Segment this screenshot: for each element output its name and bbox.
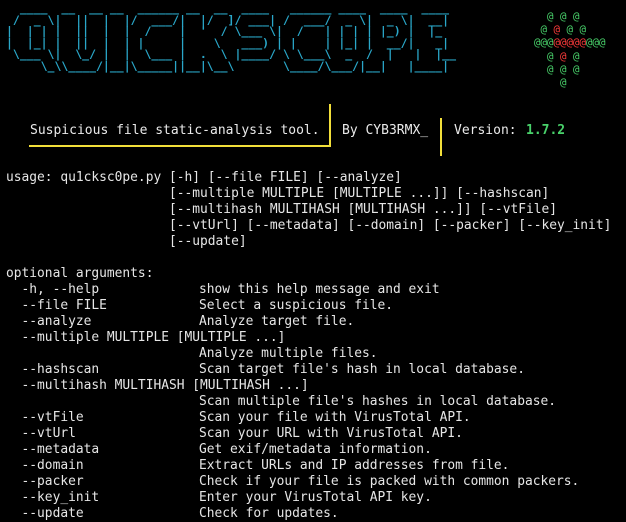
argument-row: --domain Extract URLs and IP addresses fr… bbox=[6, 458, 611, 474]
argument-row: --hashscan Scan target file's hash in loc… bbox=[6, 362, 611, 378]
argument-description: Analyze target file. bbox=[199, 314, 355, 329]
argument-description: Enter your VirusTotal API key. bbox=[199, 490, 432, 505]
argument-description: Scan your file with VirusTotal API. bbox=[199, 410, 471, 425]
argument-row: --packer Check if your file is packed wit… bbox=[6, 474, 611, 490]
argument-flag: --domain bbox=[6, 458, 84, 473]
argument-description: Extract URLs and IP addresses from file. bbox=[199, 458, 510, 473]
skull-art-segment: @ bbox=[534, 23, 554, 37]
usage-line: [--update] bbox=[6, 234, 247, 249]
ascii-logo-line: \_\\____/|__|\_____||__|\__\ \____/\___/… bbox=[6, 58, 450, 73]
skull-art: @ @ @ @ @ @ @ @@@@@@@@@@@ @ @ @ @ @ @ @ bbox=[534, 10, 606, 89]
skull-art-line: @ @ @ bbox=[534, 10, 606, 23]
optional-arguments-header: optional arguments: bbox=[6, 266, 154, 281]
help-output: usage: qu1cksc0pe.py [-h] [--file FILE] … bbox=[6, 170, 611, 522]
skull-art-segment: @ @ bbox=[560, 23, 587, 37]
argument-description: Get exif/metadata information. bbox=[199, 442, 432, 457]
usage-line: [--vtUrl] [--metadata] [--domain] [--pac… bbox=[6, 218, 612, 233]
argument-flag: --multihash MULTIHASH [MULTIHASH ...] bbox=[6, 378, 309, 393]
ascii-logo: ____ __ __ __ ______ __ __ ____ ______ _… bbox=[6, 2, 456, 73]
argument-description: Scan multiple file's hashes in local dat… bbox=[199, 394, 556, 409]
argument-description: show this help message and exit bbox=[199, 282, 440, 297]
skull-art-segment: @ bbox=[534, 49, 561, 63]
argument-row: --metadata Get exif/metadata information. bbox=[6, 442, 611, 458]
skull-art-segment: @ @ @ bbox=[534, 10, 580, 23]
argument-flag: --file FILE bbox=[6, 298, 107, 313]
argument-flag: --multiple MULTIPLE [MULTIPLE ...] bbox=[6, 330, 286, 345]
argument-flag: -h, --help bbox=[6, 282, 100, 297]
argument-flag: --update bbox=[6, 506, 84, 521]
skull-art-segment: @ bbox=[534, 75, 567, 89]
argument-description: Analyze multiple files. bbox=[199, 346, 378, 361]
argument-description: Scan your URL with VirusTotal API. bbox=[199, 426, 463, 441]
argument-row: --vtUrl Scan your URL with VirusTotal API… bbox=[6, 426, 611, 442]
usage-line: [--multihash MULTIHASH [MULTIHASH ...]] … bbox=[6, 202, 558, 217]
argument-description: Scan target file's hash in local databas… bbox=[199, 362, 525, 377]
argument-flag: --analyze bbox=[6, 314, 92, 329]
argument-flag: --packer bbox=[6, 474, 84, 489]
skull-art-line: @@@@@@@@@@@ bbox=[534, 36, 606, 49]
version-value: 1.7.2 bbox=[526, 123, 566, 138]
argument-row: --update Check for updates. bbox=[6, 506, 611, 522]
argument-row: --multiple MULTIPLE [MULTIPLE ...] bbox=[6, 330, 611, 346]
argument-flag: --hashscan bbox=[6, 362, 100, 377]
usage-line: usage: qu1cksc0pe.py [-h] [--file FILE] … bbox=[6, 170, 402, 185]
argument-row: Scan multiple file's hashes in local dat… bbox=[6, 394, 611, 410]
argument-row: --vtFile Scan your file with VirusTotal A… bbox=[6, 410, 611, 426]
tagline: Suspicious file static-analysis tool. bbox=[30, 123, 320, 138]
banner-divider-right bbox=[440, 118, 442, 156]
argument-row: Analyze multiple files. bbox=[6, 346, 611, 362]
version-label: Version: bbox=[454, 123, 517, 138]
skull-art-segment: @@@ bbox=[534, 36, 554, 50]
skull-art-line: @ @ @ bbox=[534, 50, 606, 63]
argument-description: Select a suspicious file. bbox=[199, 298, 394, 313]
skull-art-segment: @@@@@ bbox=[553, 36, 587, 50]
argument-flag: --vtUrl bbox=[6, 426, 76, 441]
argument-row: --multihash MULTIHASH [MULTIHASH ...] bbox=[6, 378, 611, 394]
skull-art-line: @ @ @ bbox=[534, 63, 606, 76]
usage-line: [--multiple MULTIPLE [MULTIPLE ...]] [--… bbox=[6, 186, 550, 201]
banner-info: Suspicious file static-analysis tool. By… bbox=[30, 117, 565, 145]
banner-divider-left bbox=[329, 104, 331, 147]
argument-flag: --key_init bbox=[6, 490, 100, 505]
argument-row: --key_init Enter your VirusTotal API key. bbox=[6, 490, 611, 506]
argument-row: --file FILE Select a suspicious file. bbox=[6, 298, 611, 314]
skull-art-segment: @ @ @ bbox=[534, 62, 580, 76]
banner-underline bbox=[29, 145, 331, 147]
terminal-window[interactable]: ____ __ __ __ ______ __ __ ____ ______ _… bbox=[0, 0, 626, 522]
argument-row: -h, --help show this help message and exi… bbox=[6, 282, 611, 298]
skull-art-line: @ @ @ @ bbox=[534, 23, 606, 36]
argument-flag: --metadata bbox=[6, 442, 100, 457]
argument-flag: --vtFile bbox=[6, 410, 84, 425]
skull-art-segment: @ bbox=[566, 49, 580, 63]
skull-art-line: @ bbox=[534, 76, 606, 89]
argument-description: Check if your file is packed with common… bbox=[199, 474, 580, 489]
author: By CYB3RMX_ bbox=[342, 123, 429, 138]
argument-description: Check for updates. bbox=[199, 506, 339, 521]
skull-art-segment: @@@ bbox=[586, 36, 606, 50]
argument-row: --analyze Analyze target file. bbox=[6, 314, 611, 330]
